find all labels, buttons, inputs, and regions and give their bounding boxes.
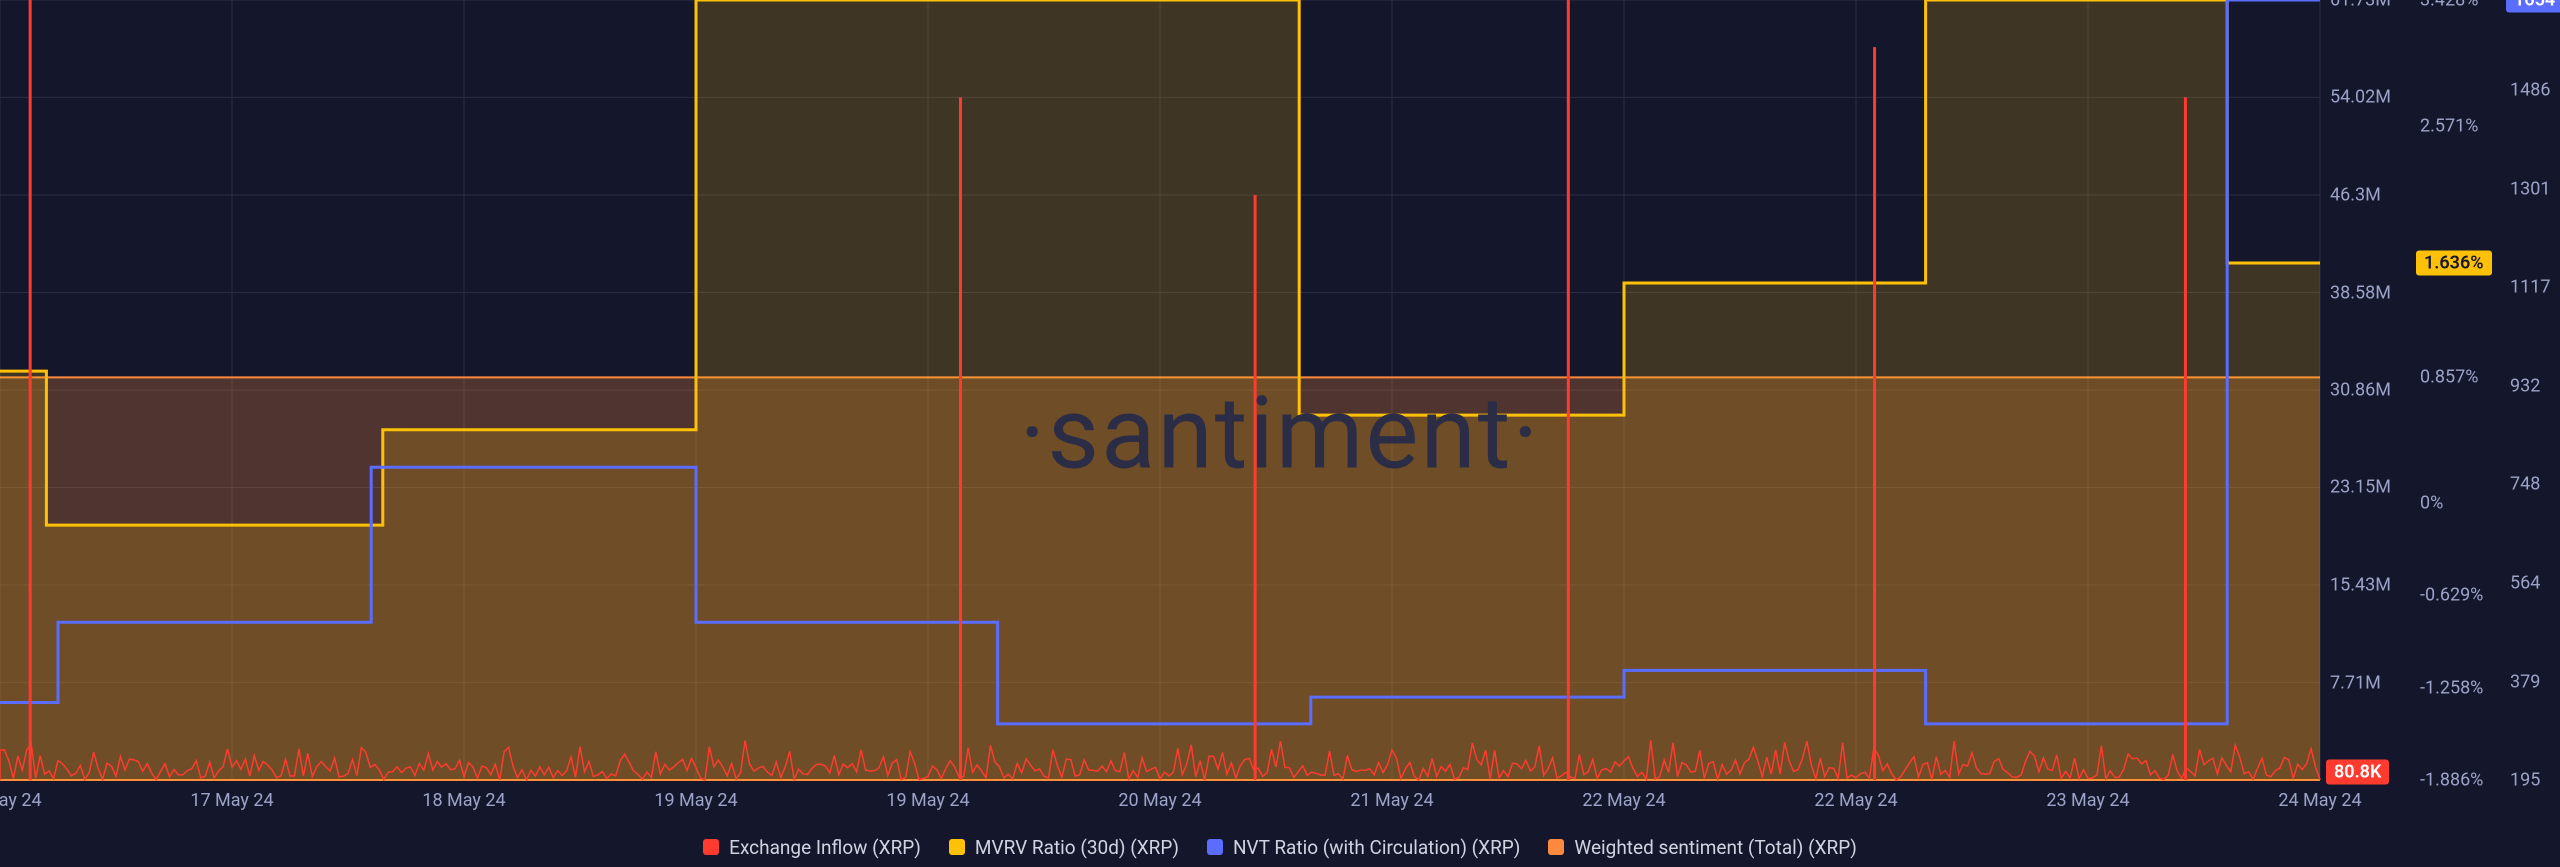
y1-axis-tick: 23.15M (2330, 477, 2391, 498)
x-axis-tick: 20 May 24 (1118, 790, 1201, 811)
y1-axis-tick: 30.86M (2330, 380, 2391, 401)
y1-axis-tick: 46.3M (2330, 184, 2381, 205)
y3-axis-tick: 195 (2510, 770, 2540, 791)
x-axis-tick: 22 May 24 (1582, 790, 1665, 811)
y1-axis-tick: 38.58M (2330, 282, 2391, 303)
current-value-badge: 1.636% (2416, 251, 2492, 276)
legend-swatch (1548, 839, 1564, 855)
x-axis-tick: 21 May 24 (1350, 790, 1433, 811)
y3-axis-tick: 1117 (2510, 277, 2550, 298)
x-axis-tick: 17 May 24 (190, 790, 273, 811)
y2-axis-tick: -1.258% (2420, 677, 2483, 698)
legend-item[interactable]: Exchange Inflow (XRP) (703, 836, 921, 859)
y2-axis-tick: 0.857% (2420, 367, 2478, 388)
legend-swatch (703, 839, 719, 855)
y3-axis-tick: 564 (2510, 572, 2540, 593)
x-axis-tick: 18 May 24 (422, 790, 505, 811)
y3-axis-tick: 932 (2510, 375, 2540, 396)
y1-axis-tick: 54.02M (2330, 87, 2391, 108)
legend-swatch (949, 839, 965, 855)
y1-axis-tick: 15.43M (2330, 575, 2391, 596)
y2-axis-tick: -1.886% (2420, 770, 2483, 791)
legend-label: MVRV Ratio (30d) (XRP) (975, 836, 1179, 859)
current-value-badge: 1654 (2506, 0, 2560, 13)
y3-axis-tick: 748 (2510, 474, 2540, 495)
x-axis-tick: 16 May 24 (0, 790, 42, 811)
x-axis-tick: 23 May 24 (2046, 790, 2129, 811)
y2-axis-tick: 3.428% (2420, 0, 2478, 11)
legend: Exchange Inflow (XRP) MVRV Ratio (30d) (X… (0, 827, 2560, 867)
legend-item[interactable]: MVRV Ratio (30d) (XRP) (949, 836, 1179, 859)
legend-item[interactable]: NVT Ratio (with Circulation) (XRP) (1207, 836, 1520, 859)
legend-label: Weighted sentiment (Total) (XRP) (1574, 836, 1856, 859)
legend-item[interactable]: Weighted sentiment (Total) (XRP) (1548, 836, 1856, 859)
legend-swatch (1207, 839, 1223, 855)
y1-axis-tick: 7.71M (2330, 672, 2381, 693)
y3-axis-tick: 1486 (2510, 79, 2550, 100)
y2-axis-tick: 0% (2420, 493, 2443, 514)
legend-label: Exchange Inflow (XRP) (729, 836, 921, 859)
legend-label: NVT Ratio (with Circulation) (XRP) (1233, 836, 1520, 859)
y2-axis-tick: 2.571% (2420, 115, 2478, 136)
y1-axis-tick: 61.73M (2330, 0, 2391, 11)
x-axis-tick: 22 May 24 (1814, 790, 1897, 811)
chart-container: ·santiment· 16 May 2417 May 2418 May 241… (0, 0, 2560, 867)
y2-axis-tick: -0.629% (2420, 585, 2483, 606)
y3-axis-tick: 379 (2510, 671, 2540, 692)
x-axis-tick: 24 May 24 (2278, 790, 2361, 811)
x-axis-tick: 19 May 24 (654, 790, 737, 811)
x-axis-tick: 19 May 24 (886, 790, 969, 811)
chart-plot[interactable] (0, 0, 2560, 830)
current-value-badge: 80.8K (2326, 760, 2389, 785)
y3-axis-tick: 1301 (2510, 178, 2550, 199)
